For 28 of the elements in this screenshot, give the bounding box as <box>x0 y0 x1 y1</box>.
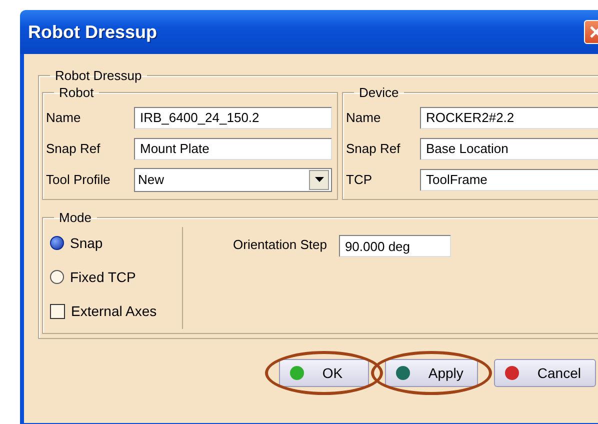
field-label: Snap Ref <box>46 141 102 156</box>
dialog-button[interactable]: OK <box>279 359 370 387</box>
option-label: Snap <box>70 235 103 251</box>
field-label: TCP <box>346 172 373 187</box>
checkbox[interactable] <box>50 304 65 318</box>
option-label: Fixed TCP <box>70 269 136 285</box>
text-field[interactable]: ROCKER2#2.2 <box>420 106 598 128</box>
text-field[interactable]: IRB_6400_24_150.2 <box>134 106 332 128</box>
field-label: Orientation Step <box>233 237 327 252</box>
dialog-button[interactable]: Cancel <box>494 359 596 387</box>
window-title: Robot Dressup <box>28 22 158 42</box>
group-title: Device <box>358 85 400 100</box>
tool-profile-dropdown[interactable]: New <box>134 168 332 192</box>
field-label: Tool Profile <box>46 172 112 187</box>
group-title: Robot Dressup <box>54 68 143 83</box>
text-field[interactable]: Base Location <box>420 138 598 160</box>
text-field[interactable]: Mount Plate <box>134 138 332 160</box>
dialog-button[interactable]: Apply <box>385 359 478 387</box>
text-field[interactable]: ToolFrame <box>420 168 598 190</box>
group-title: Robot <box>58 85 95 100</box>
group-title: Mode <box>58 210 93 225</box>
field-label: Name <box>46 110 82 125</box>
radio-button[interactable] <box>50 236 64 250</box>
option-label: External Axes <box>71 303 157 319</box>
field-label: Name <box>346 110 382 125</box>
field-label: Snap Ref <box>346 141 402 156</box>
radio-button[interactable] <box>50 270 64 284</box>
orientation-step-field[interactable]: 90.000 deg <box>338 235 451 257</box>
